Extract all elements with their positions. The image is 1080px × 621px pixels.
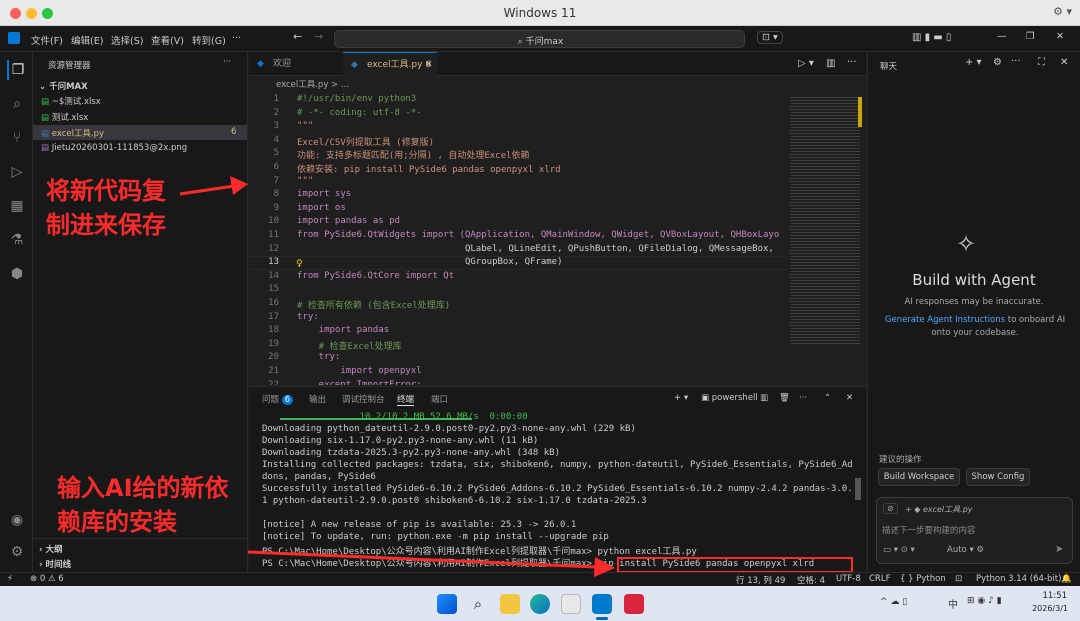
arrow-to-editor (179, 176, 248, 196)
annotation-arrows (179, 176, 615, 577)
arrow-to-terminal (247, 550, 615, 577)
